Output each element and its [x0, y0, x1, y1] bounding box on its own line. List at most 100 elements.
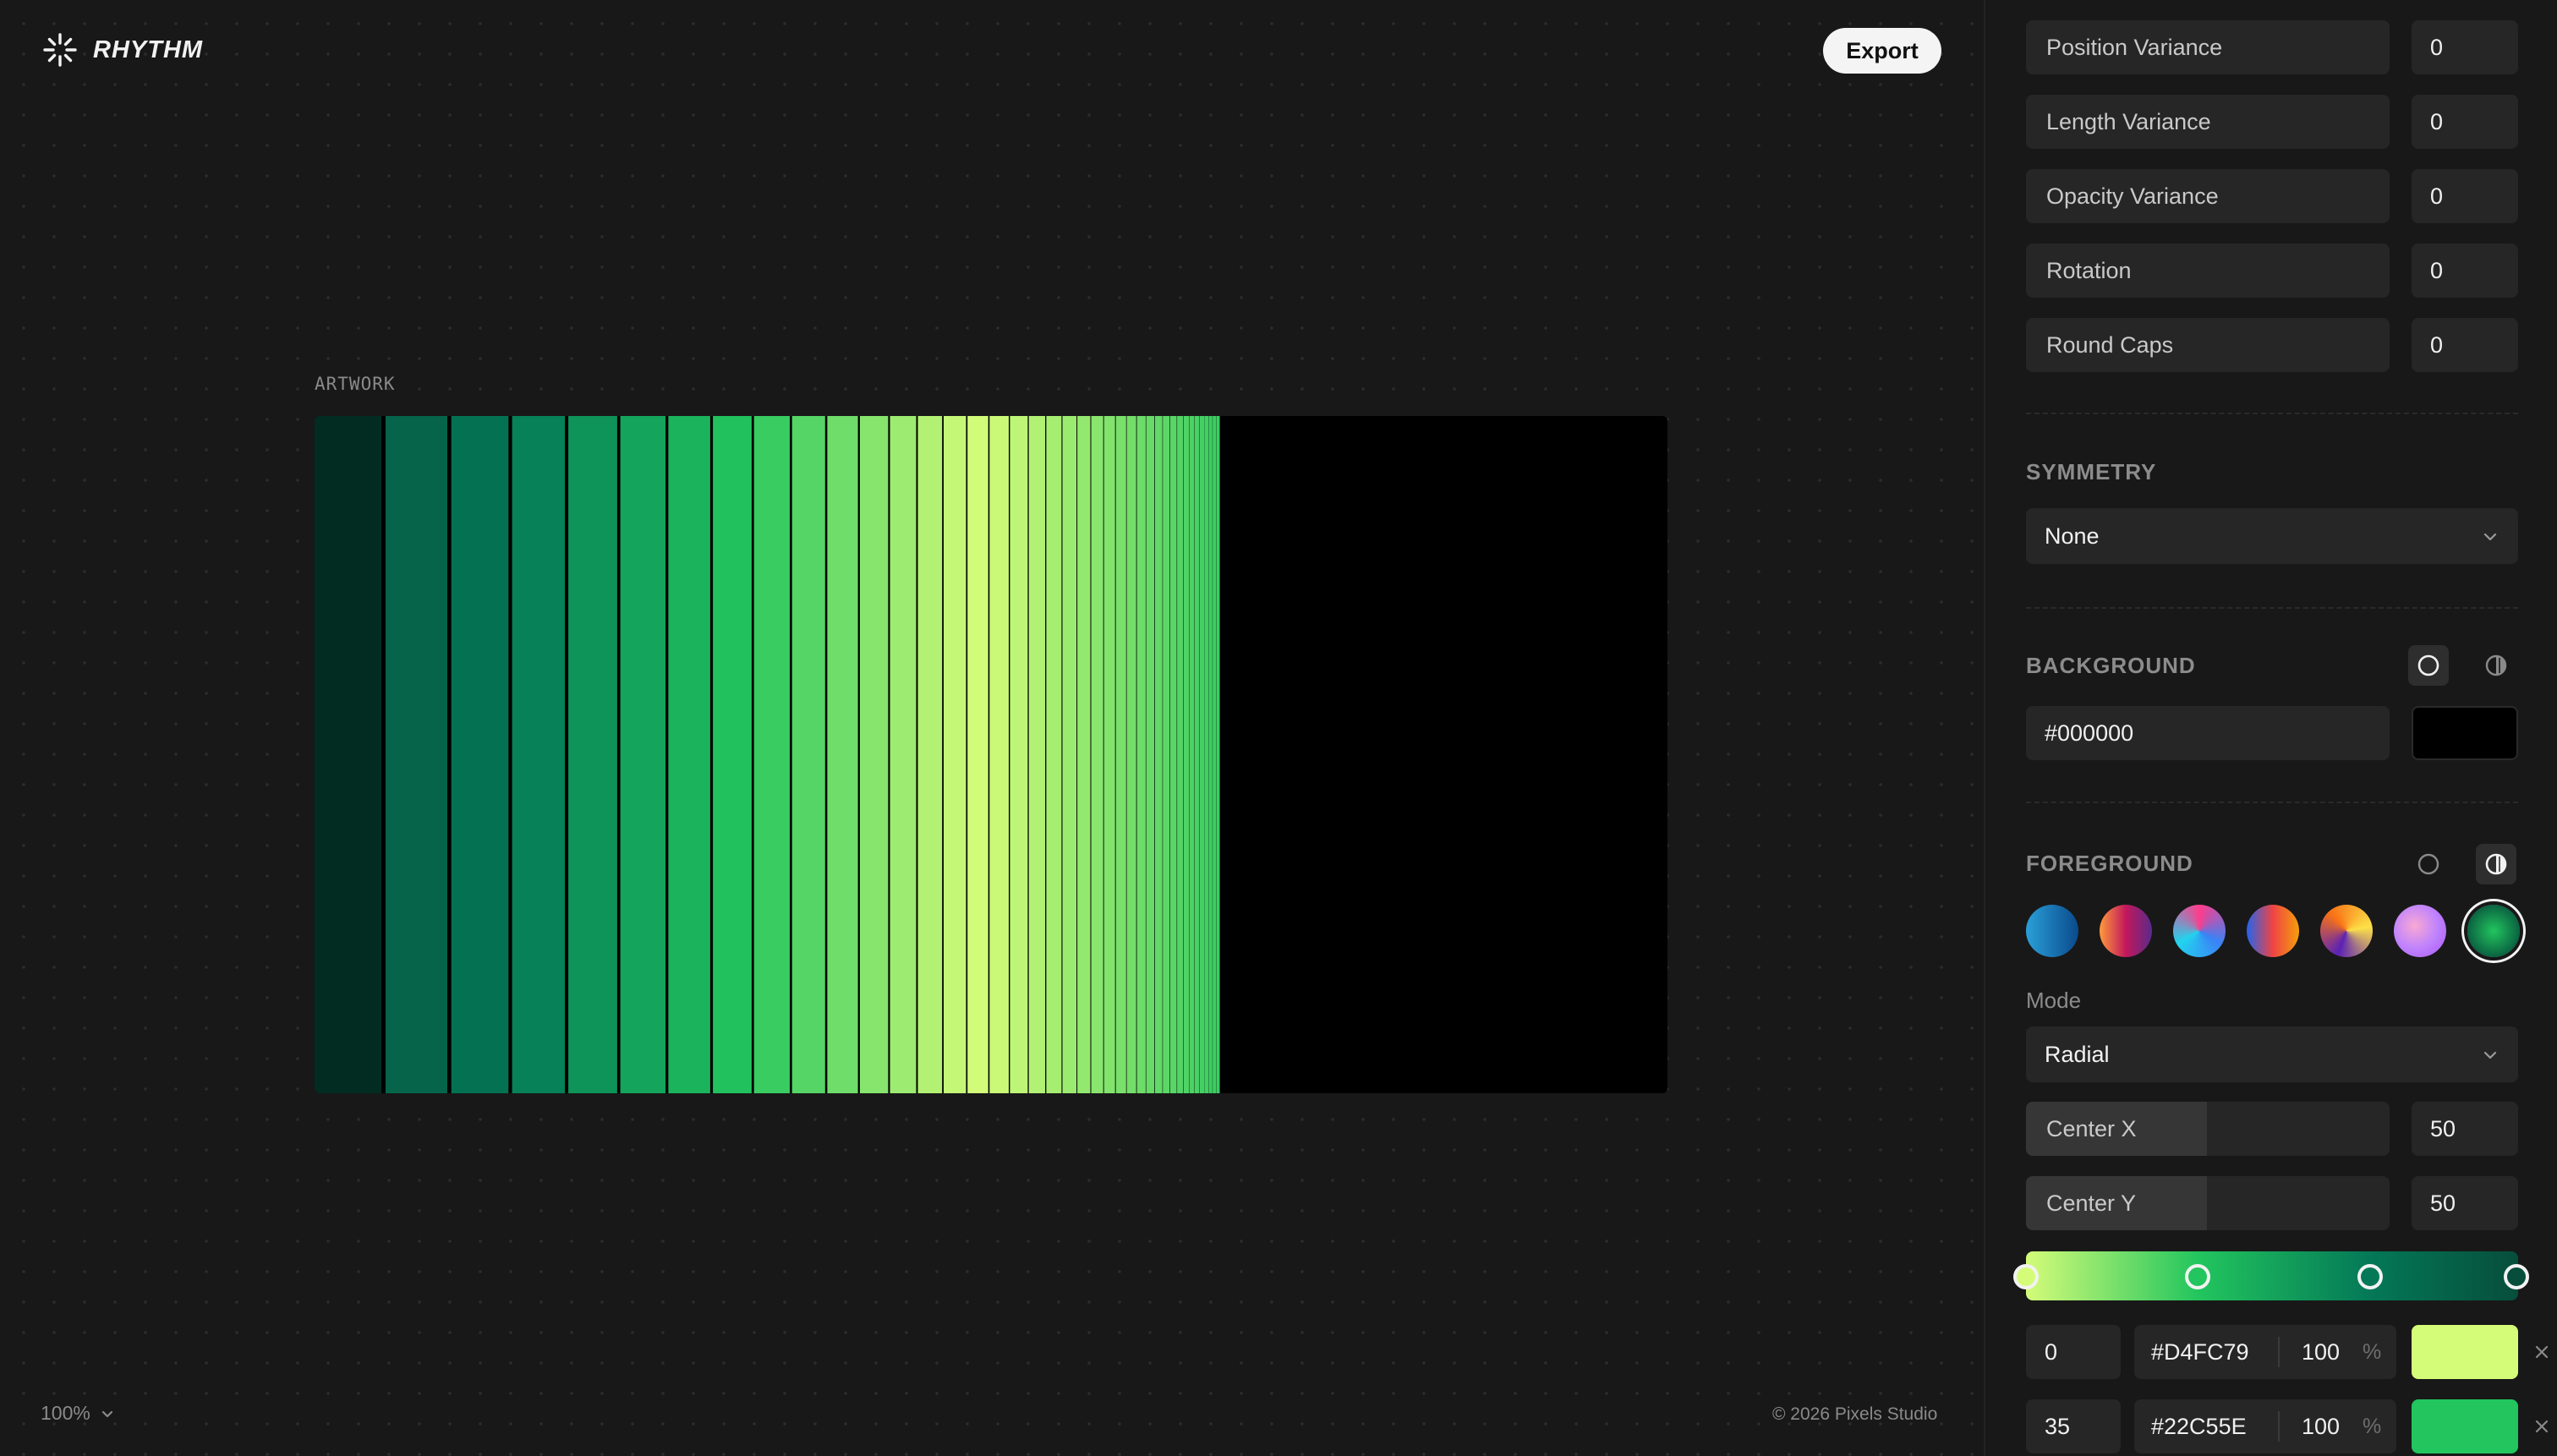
center-x-label: Center X — [2046, 1115, 2137, 1141]
artwork-canvas[interactable] — [315, 416, 1667, 1093]
gradient-mode-value: Radial — [2045, 1041, 2110, 1067]
artwork-stripe — [713, 416, 752, 1093]
close-icon[interactable] — [2532, 1416, 2552, 1437]
artwork-stripe — [1154, 416, 1163, 1093]
gradient-preset-ember[interactable] — [2320, 905, 2373, 957]
center-y-input[interactable]: 50 — [2412, 1176, 2518, 1230]
gradient-preset-ocean[interactable] — [2026, 905, 2078, 957]
zoom-level: 100% — [41, 1402, 90, 1424]
artwork-stripe — [451, 416, 509, 1093]
stop-opacity-input[interactable]: 100 — [2302, 1325, 2340, 1379]
close-icon[interactable] — [2532, 1342, 2552, 1362]
copyright-text: © 2026 Pixels Studio — [1772, 1404, 1938, 1424]
section-divider — [2026, 607, 2518, 609]
gradient-stop-handle[interactable] — [2357, 1264, 2383, 1289]
app-logo: RHYTHM — [42, 32, 203, 68]
artwork-label: ARTWORK — [315, 374, 396, 394]
settings-panel: Position Variance 0 Length Variance 0 Op… — [1984, 0, 2557, 1456]
param-rotation: Rotation 0 — [2026, 244, 2518, 298]
artwork-stripe — [1208, 416, 1213, 1093]
artwork-stripe — [917, 416, 943, 1093]
center-x-row: Center X 50 — [2026, 1102, 2518, 1156]
param-label: Opacity Variance — [2026, 169, 2390, 223]
artwork-stripe — [1194, 416, 1200, 1093]
artwork-stripe — [1126, 416, 1136, 1093]
artwork-stripe — [1204, 416, 1209, 1093]
artwork-stripe — [791, 416, 825, 1093]
solid-mode-icon — [2417, 654, 2439, 676]
artwork-stripe — [1213, 416, 1217, 1093]
section-divider — [2026, 802, 2518, 803]
foreground-solid-mode-button[interactable] — [2408, 844, 2449, 884]
artwork-stripe — [1103, 416, 1115, 1093]
gradient-preset-bloom[interactable] — [2394, 905, 2446, 957]
artwork-stripe — [989, 416, 1009, 1093]
stop-color-swatch[interactable] — [2412, 1325, 2518, 1379]
artwork-stripe — [1028, 416, 1046, 1093]
center-y-slider[interactable]: Center Y — [2026, 1176, 2390, 1230]
artwork-stripe — [1136, 416, 1146, 1093]
stop-color-field: #22C55E 100 % — [2134, 1399, 2396, 1453]
artwork-stripes — [315, 416, 1220, 1093]
foreground-title: FOREGROUND — [2026, 851, 2193, 876]
gradient-stop-handle[interactable] — [2013, 1264, 2039, 1289]
artwork-stripe — [1010, 416, 1028, 1093]
artwork-stripe — [753, 416, 790, 1093]
background-color-swatch[interactable] — [2412, 706, 2518, 760]
artwork-stripe — [890, 416, 917, 1093]
gradient-presets — [2026, 905, 2525, 961]
chevron-down-icon — [2483, 533, 2497, 541]
artwork-stripe — [1115, 416, 1126, 1093]
stop-opacity-input[interactable]: 100 — [2302, 1399, 2340, 1453]
artwork-stripe — [1199, 416, 1205, 1093]
artwork-stripe — [1163, 416, 1170, 1093]
gradient-stop-handle[interactable] — [2185, 1264, 2210, 1289]
center-x-input[interactable]: 50 — [2412, 1102, 2518, 1156]
center-y-label: Center Y — [2046, 1190, 2137, 1216]
param-rotation-input[interactable]: 0 — [2412, 244, 2518, 298]
artwork-stripe — [1046, 416, 1062, 1093]
mode-label: Mode — [2026, 988, 2082, 1013]
param-round-caps-input[interactable]: 0 — [2412, 318, 2518, 372]
stop-position-input[interactable]: 0 — [2026, 1325, 2121, 1379]
background-hex-input[interactable]: #000000 — [2026, 706, 2390, 760]
stop-hex-input[interactable]: #D4FC79 — [2151, 1325, 2249, 1379]
param-label: Round Caps — [2026, 318, 2390, 372]
gradient-preset-sunset[interactable] — [2100, 905, 2152, 957]
stop-position-input[interactable]: 35 — [2026, 1399, 2121, 1453]
gradient-mode-select[interactable]: Radial — [2026, 1026, 2518, 1082]
artwork-stripe — [1216, 416, 1220, 1093]
gradient-stop-handle[interactable] — [2504, 1264, 2529, 1289]
center-x-slider[interactable]: Center X — [2026, 1102, 2390, 1156]
export-button[interactable]: Export — [1823, 28, 1941, 74]
gradient-mode-icon — [2485, 654, 2507, 676]
param-label: Length Variance — [2026, 95, 2390, 149]
gradient-preset-forest[interactable] — [2467, 905, 2520, 957]
gradient-preview-bar[interactable] — [2026, 1251, 2518, 1300]
zoom-control[interactable]: 100% — [41, 1402, 116, 1425]
background-gradient-mode-button[interactable] — [2476, 645, 2516, 686]
percent-unit: % — [2363, 1414, 2382, 1438]
stop-color-swatch[interactable] — [2412, 1399, 2518, 1453]
gradient-stop-row: 35 #22C55E 100 % — [2026, 1399, 2557, 1453]
param-label: Rotation — [2026, 244, 2390, 298]
artwork-stripe — [1077, 416, 1091, 1093]
symmetry-value: None — [2045, 523, 2100, 549]
app-name: RHYTHM — [93, 36, 204, 63]
param-opacity-variance-input[interactable]: 0 — [2412, 169, 2518, 223]
artwork-stripe — [1170, 416, 1177, 1093]
symmetry-select[interactable]: None — [2026, 508, 2518, 564]
stop-hex-input[interactable]: #22C55E — [2151, 1399, 2247, 1453]
gradient-mode-icon — [2485, 853, 2507, 875]
gradient-stop-row: 0 #D4FC79 100 % — [2026, 1325, 2557, 1379]
param-position-variance-input[interactable]: 0 — [2412, 20, 2518, 74]
artwork-stripe — [386, 416, 447, 1093]
foreground-gradient-mode-button[interactable] — [2476, 844, 2516, 884]
gradient-preset-prism[interactable] — [2173, 905, 2226, 957]
background-solid-mode-button[interactable] — [2408, 645, 2449, 686]
gradient-preset-spectrum[interactable] — [2247, 905, 2299, 957]
param-length-variance-input[interactable]: 0 — [2412, 95, 2518, 149]
artwork-stripe — [967, 416, 988, 1093]
param-length-variance: Length Variance 0 — [2026, 95, 2518, 149]
solid-mode-icon — [2417, 853, 2439, 875]
